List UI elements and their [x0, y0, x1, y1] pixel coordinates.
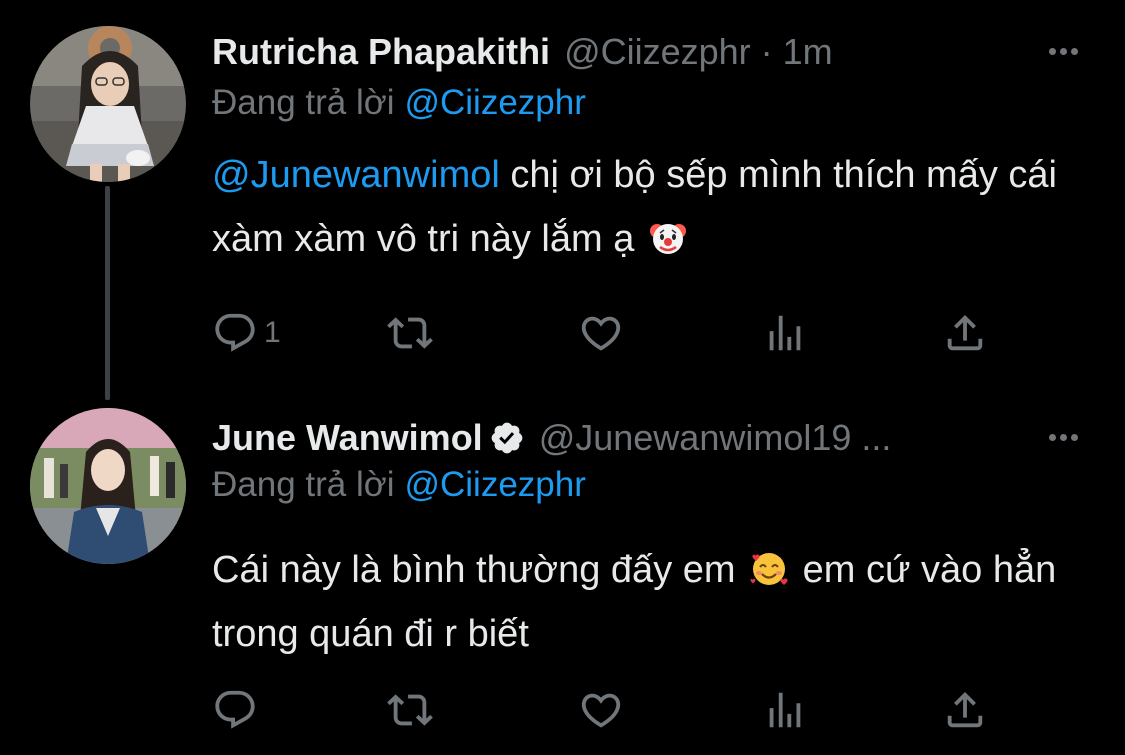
reply-icon: [215, 313, 255, 352]
handle[interactable]: @Junewanwimol19 ...: [539, 417, 892, 459]
display-name[interactable]: Rutricha Phapakithi: [212, 31, 550, 73]
thread-line: [105, 186, 110, 400]
more-icon[interactable]: [1041, 419, 1085, 455]
reply-count: 1: [264, 316, 281, 349]
like-button[interactable]: [578, 685, 624, 735]
tweet-header: Rutricha Phapakithi @Ciizezphr · 1m: [212, 27, 1085, 77]
share-button[interactable]: [942, 685, 988, 735]
action-bar: 1: [212, 308, 1012, 358]
separator: ·: [760, 31, 773, 72]
share-icon: [947, 314, 983, 351]
avatar-photo-icon: [30, 408, 186, 564]
avatar-photo-icon: [30, 26, 186, 182]
tweet-text-part: Cái này là bình thường đấy em: [212, 549, 747, 591]
tweet[interactable]: Rutricha Phapakithi @Ciizezphr · 1m Đang…: [0, 0, 1125, 400]
more-icon[interactable]: [1041, 33, 1085, 69]
timestamp[interactable]: 1m: [783, 31, 833, 73]
verified-badge-icon[interactable]: [489, 420, 525, 456]
reply-button[interactable]: [212, 685, 264, 735]
handle[interactable]: @Ciizezphr: [564, 31, 751, 73]
tweet[interactable]: June Wanwimol @Junewanwimol19 ... Đang t…: [0, 385, 1125, 755]
action-bar: [212, 685, 1012, 735]
smiling-face-with-hearts-emoji-icon: [750, 550, 788, 588]
display-name[interactable]: June Wanwimol: [212, 417, 483, 459]
retweet-icon: [387, 317, 433, 349]
retweet-button[interactable]: [387, 308, 433, 358]
tweet-text: @Junewanwimol chị ơi bộ sếp mình thích m…: [212, 143, 1092, 271]
replying-to-mention[interactable]: @Ciizezphr: [404, 83, 585, 122]
replying-to: Đang trả lời @Ciizezphr: [212, 465, 586, 509]
tweet-header: June Wanwimol @Junewanwimol19 ...: [212, 413, 1085, 463]
reply-button[interactable]: 1: [212, 308, 281, 358]
replying-to: Đang trả lời @Ciizezphr: [212, 83, 586, 127]
like-button[interactable]: [578, 308, 624, 358]
mention-link[interactable]: @Junewanwimol: [212, 154, 500, 196]
views-icon: [769, 315, 801, 351]
retweet-icon: [387, 694, 433, 726]
replying-to-mention[interactable]: @Ciizezphr: [404, 465, 585, 504]
views-button[interactable]: [762, 308, 808, 358]
clown-face-emoji-icon: [649, 219, 687, 257]
avatar[interactable]: [30, 26, 186, 182]
views-button[interactable]: [762, 685, 808, 735]
like-icon: [581, 693, 621, 728]
share-icon: [947, 691, 983, 728]
share-button[interactable]: [942, 308, 988, 358]
replying-label: Đang trả lời: [212, 83, 395, 122]
reply-icon: [215, 690, 255, 729]
tweet-text: Cái này là bình thường đấy em em cứ vào …: [212, 538, 1092, 666]
replying-label: Đang trả lời: [212, 465, 395, 504]
views-icon: [769, 692, 801, 728]
avatar[interactable]: [30, 408, 186, 564]
retweet-button[interactable]: [387, 685, 433, 735]
like-icon: [581, 316, 621, 351]
